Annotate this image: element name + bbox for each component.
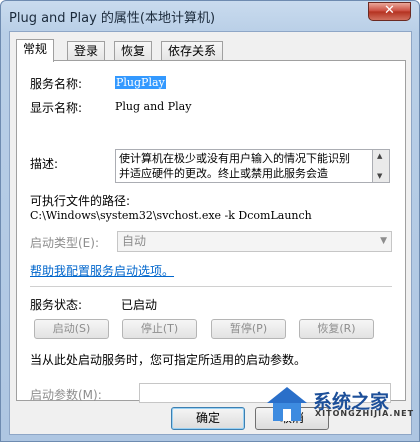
pause-button[interactable]: 暂停(P) xyxy=(211,319,286,339)
startup-type-label: 启动类型(E): xyxy=(30,236,99,250)
tab-logon[interactable]: 登录 xyxy=(67,41,106,61)
scroll-up-icon[interactable]: ▲ xyxy=(377,152,382,160)
service-name-selection: PlugPlay xyxy=(115,76,166,89)
startup-type-select[interactable]: 自动 ▼ xyxy=(117,231,392,252)
description-scrollbar[interactable]: ▲ ▼ xyxy=(373,149,390,183)
start-params-hint: 当从此处启动服务时，您可指定所适用的启动参数。 xyxy=(30,353,307,367)
service-name-label: 服务名称: xyxy=(30,77,83,91)
resume-button[interactable]: 恢复(R) xyxy=(299,319,374,339)
exe-path-label: 可执行文件的路径: xyxy=(30,194,131,208)
display-name-value[interactable]: Plug and Play xyxy=(115,100,191,113)
properties-window: Plug and Play 的属性(本地计算机) ✕ 常规 登录 恢复 依存关系… xyxy=(0,0,420,442)
tab-dependencies[interactable]: 依存关系 xyxy=(161,41,224,61)
start-button[interactable]: 启动(S) xyxy=(34,319,109,339)
title-bar[interactable]: Plug and Play 的属性(本地计算机) ✕ xyxy=(1,1,419,31)
window-title: Plug and Play 的属性(本地计算机) xyxy=(9,11,216,26)
close-icon: ✕ xyxy=(384,3,395,18)
watermark-logo: 系统之家 XITONGZHIJIA.NET xyxy=(263,379,413,429)
service-name-value[interactable]: PlugPlay xyxy=(115,76,166,89)
description-textbox[interactable]: 使计算机在极少或没有用户输入的情况下能识别并适应硬件的更改。终止或禁用此服务会造 xyxy=(115,149,373,183)
service-status-label: 服务状态: xyxy=(30,298,83,312)
general-tab-panel: 服务名称: PlugPlay 显示名称: Plug and Play 描述: 使… xyxy=(16,60,406,403)
tab-recovery[interactable]: 恢复 xyxy=(114,41,153,61)
divider xyxy=(30,286,392,287)
help-configure-link[interactable]: 帮助我配置服务启动选项。 xyxy=(30,262,174,279)
display-name-label: 显示名称: xyxy=(30,101,83,115)
description-label: 描述: xyxy=(30,157,59,171)
watermark-subtext: XITONGZHIJIA.NET xyxy=(315,409,415,418)
chevron-down-icon: ▼ xyxy=(380,236,387,246)
startup-type-value: 自动 xyxy=(122,234,147,248)
start-params-label: 启动参数(M): xyxy=(30,388,102,402)
dialog-client-area: 常规 登录 恢复 依存关系 服务名称: PlugPlay 显示名称: Plug … xyxy=(9,31,412,435)
stop-button[interactable]: 停止(T) xyxy=(122,319,197,339)
exe-path-value[interactable]: C:\Windows\system32\svchost.exe -k DcomL… xyxy=(30,209,312,222)
scroll-down-icon[interactable]: ▼ xyxy=(377,172,382,180)
tab-general[interactable]: 常规 xyxy=(16,39,55,62)
house-logo-icon xyxy=(267,387,307,421)
ok-button[interactable]: 确定 xyxy=(171,407,245,430)
service-status-value: 已启动 xyxy=(121,298,158,312)
close-button[interactable]: ✕ xyxy=(368,2,411,21)
